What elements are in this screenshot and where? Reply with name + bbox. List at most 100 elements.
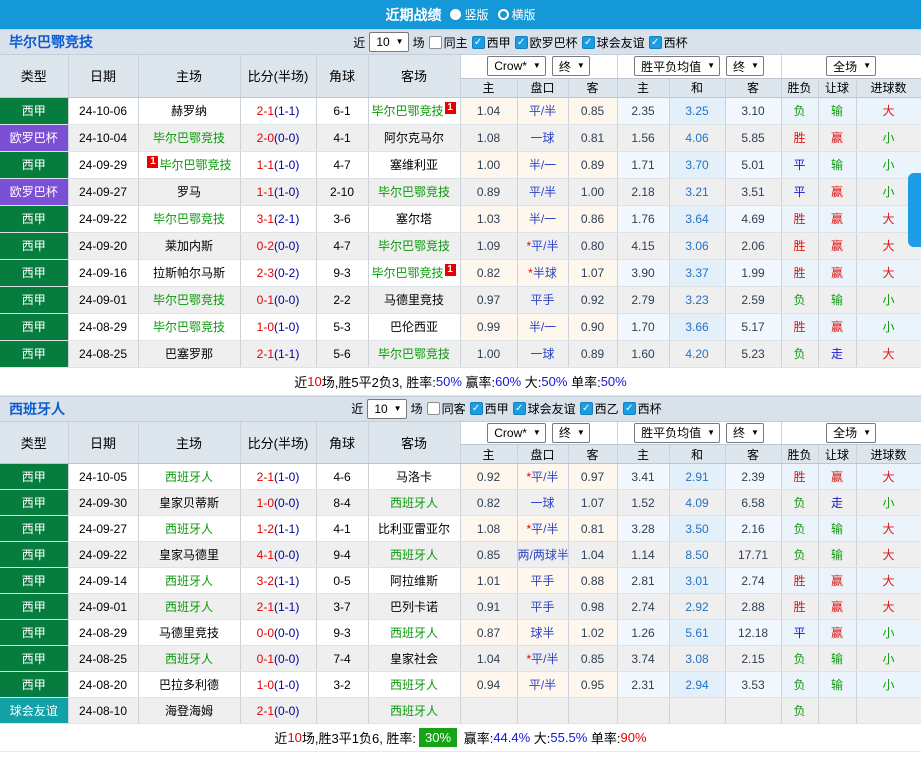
bookmaker-select-value: Crow* — [494, 59, 527, 74]
bookmaker-select[interactable]: Crow* ▼ — [487, 56, 546, 77]
match-row: 西甲 24-09-22 皇家马德里 4-1(0-0) 9-4 西班牙人 0.85 两/两球半 1… — [0, 541, 921, 568]
avg-draw: 2.92 — [669, 593, 726, 620]
period-select[interactable]: 终 ▼ — [551, 56, 590, 77]
home-team: 西班牙人 — [138, 463, 241, 490]
odds-group-header: Crow* ▼ 终 ▼ — [460, 421, 618, 445]
handicap-text: 平/半 — [531, 522, 559, 536]
corner-score: 5-6 — [316, 340, 369, 368]
radio-horizontal-layout[interactable]: 横版 — [497, 6, 536, 23]
scope-select[interactable]: 全场 ▼ — [826, 56, 877, 77]
avg-away — [725, 697, 782, 724]
halftime-score: (0-0) — [274, 292, 300, 307]
avg-draw — [669, 697, 726, 724]
league-badge: 西甲 — [0, 151, 69, 179]
away-team-name: 西班牙人 — [389, 626, 438, 640]
dropdown-arrow-icon: ▼ — [751, 61, 759, 71]
sub-column-header: 盘口 — [517, 78, 569, 98]
filter-league-checkbox-3[interactable]: 西杯 — [622, 400, 662, 417]
goals-outcome — [856, 697, 921, 724]
odds-home: 1.00 — [460, 340, 518, 368]
filter-same-venue-checkbox[interactable]: 同客 — [426, 400, 466, 417]
scrollbar-thumb[interactable] — [908, 173, 921, 247]
filter-league-checkbox-1[interactable]: 球会友谊 — [512, 400, 576, 417]
filter-league-checkbox-0[interactable]: 西甲 — [471, 34, 511, 51]
score: 1-0(1-0) — [240, 671, 317, 698]
handicap-text: 半球 — [532, 266, 557, 280]
avg-home: 2.74 — [617, 593, 670, 620]
home-team: 西班牙人 — [138, 645, 241, 672]
avg-odds-select[interactable]: 胜平负均值 ▼ — [634, 56, 721, 77]
team-section-header: 毕尔巴鄂竞技 近 10 ▼ 场 同主 西甲 欧罗巴杯 球会友谊 西杯 — [0, 29, 921, 55]
halftime-score: (1-0) — [274, 157, 300, 172]
scope-select-value: 全场 — [833, 426, 858, 441]
score: 1-1(1-0) — [240, 151, 317, 179]
away-team: 马洛卡 — [368, 463, 461, 490]
score: 1-2(1-1) — [240, 515, 317, 542]
odds-handicap: 两/两球半 — [517, 541, 569, 568]
match-count-select[interactable]: 10 ▼ — [369, 32, 409, 52]
avg-group-header: 胜平负均值 ▼ 终 ▼ — [617, 55, 782, 79]
home-team-name: 毕尔巴鄂竞技 — [159, 158, 232, 172]
away-team: 比利亚雷亚尔 — [368, 515, 461, 542]
avg-odds-select[interactable]: 胜平负均值 ▼ — [634, 422, 721, 443]
match-row: 西甲 24-08-25 西班牙人 0-1(0-0) 7-4 皇家社会 1.04 *平/半 0.8… — [0, 645, 921, 672]
home-team-name: 皇家贝蒂斯 — [158, 496, 219, 510]
odds-home: 1.08 — [460, 515, 518, 542]
away-team: 西班牙人 — [368, 489, 461, 516]
scope-group-header: 全场 ▼ — [781, 55, 921, 79]
column-header: 比分(半场) — [240, 55, 317, 98]
avg-draw: 3.50 — [669, 515, 726, 542]
odds-away: 1.07 — [568, 259, 618, 287]
halftime-score: (0-0) — [274, 547, 300, 562]
odds-handicap: 平/半 — [517, 671, 569, 698]
period-select[interactable]: 终 ▼ — [551, 422, 590, 443]
away-team-name: 毕尔巴鄂竞技 — [377, 347, 450, 361]
summary-segment: 50% — [435, 373, 462, 389]
avg-odds-select-value: 胜平负均值 — [641, 426, 702, 441]
league-badge: 西甲 — [0, 259, 69, 287]
home-team: 1 毕尔巴鄂竞技 — [138, 151, 241, 179]
filter-same-venue-checkbox[interactable]: 同主 — [428, 34, 468, 51]
fulltime-score: 3-2 — [256, 573, 274, 588]
sub-column-header: 让球 — [818, 78, 857, 98]
away-team-name: 毕尔巴鄂竞技 — [371, 104, 444, 118]
corner-score: 4-1 — [316, 124, 369, 152]
odds-handicap: 球半 — [517, 619, 569, 646]
match-count-select[interactable]: 10 ▼ — [367, 398, 407, 419]
filter-league-checkbox-2[interactable]: 西乙 — [579, 400, 619, 417]
radio-vertical-layout[interactable]: 竖版 — [450, 6, 489, 23]
corner-score: 9-3 — [316, 259, 369, 287]
odds-home: 1.08 — [460, 124, 518, 152]
away-team-name: 毕尔巴鄂竞技 — [377, 185, 450, 199]
goals-outcome: 小 — [856, 645, 921, 672]
topbar: 近期战绩 竖版 横版 — [0, 0, 921, 29]
avg-away: 2.15 — [725, 645, 782, 672]
bookmaker-select[interactable]: Crow* ▼ — [487, 422, 546, 443]
odds-handicap: 平/半 — [517, 178, 569, 206]
match-date: 24-08-25 — [68, 340, 139, 368]
sub-column-header: 客 — [568, 444, 618, 464]
filter-league-checkbox-3[interactable]: 西杯 — [648, 34, 688, 51]
summary-segment: 44.4% — [493, 730, 531, 745]
sub-column-header: 主 — [617, 78, 670, 98]
score: 2-1(1-1) — [240, 97, 317, 125]
summary-segment: 50% — [541, 373, 568, 389]
period-select-2[interactable]: 终 ▼ — [726, 422, 764, 443]
filter-league-checkbox-0[interactable]: 西甲 — [469, 400, 509, 417]
fulltime-score: 1-0 — [256, 495, 274, 510]
home-team-name: 西班牙人 — [164, 574, 213, 588]
period-select-2[interactable]: 终 ▼ — [726, 56, 764, 77]
filter-bar: 近 10 ▼ 场 同客 西甲 球会友谊 西乙 西杯 — [351, 398, 662, 419]
sub-column-header: 让球 — [818, 444, 857, 464]
filter-league-checkbox-1[interactable]: 欧罗巴杯 — [514, 34, 578, 51]
corner-score: 6-1 — [316, 97, 369, 125]
corner-score: 7-4 — [316, 645, 369, 672]
scope-select[interactable]: 全场 ▼ — [826, 422, 877, 443]
home-team-name: 西班牙人 — [164, 522, 213, 536]
filter-league-checkbox-2[interactable]: 球会友谊 — [581, 34, 645, 51]
home-team-name: 拉斯帕尔马斯 — [152, 266, 225, 280]
odds-handicap: 半/一 — [517, 313, 569, 341]
away-team-name: 毕尔巴鄂竞技 — [371, 266, 444, 280]
home-team: 毕尔巴鄂竞技 — [138, 313, 241, 341]
home-team: 海登海姆 — [138, 697, 241, 724]
